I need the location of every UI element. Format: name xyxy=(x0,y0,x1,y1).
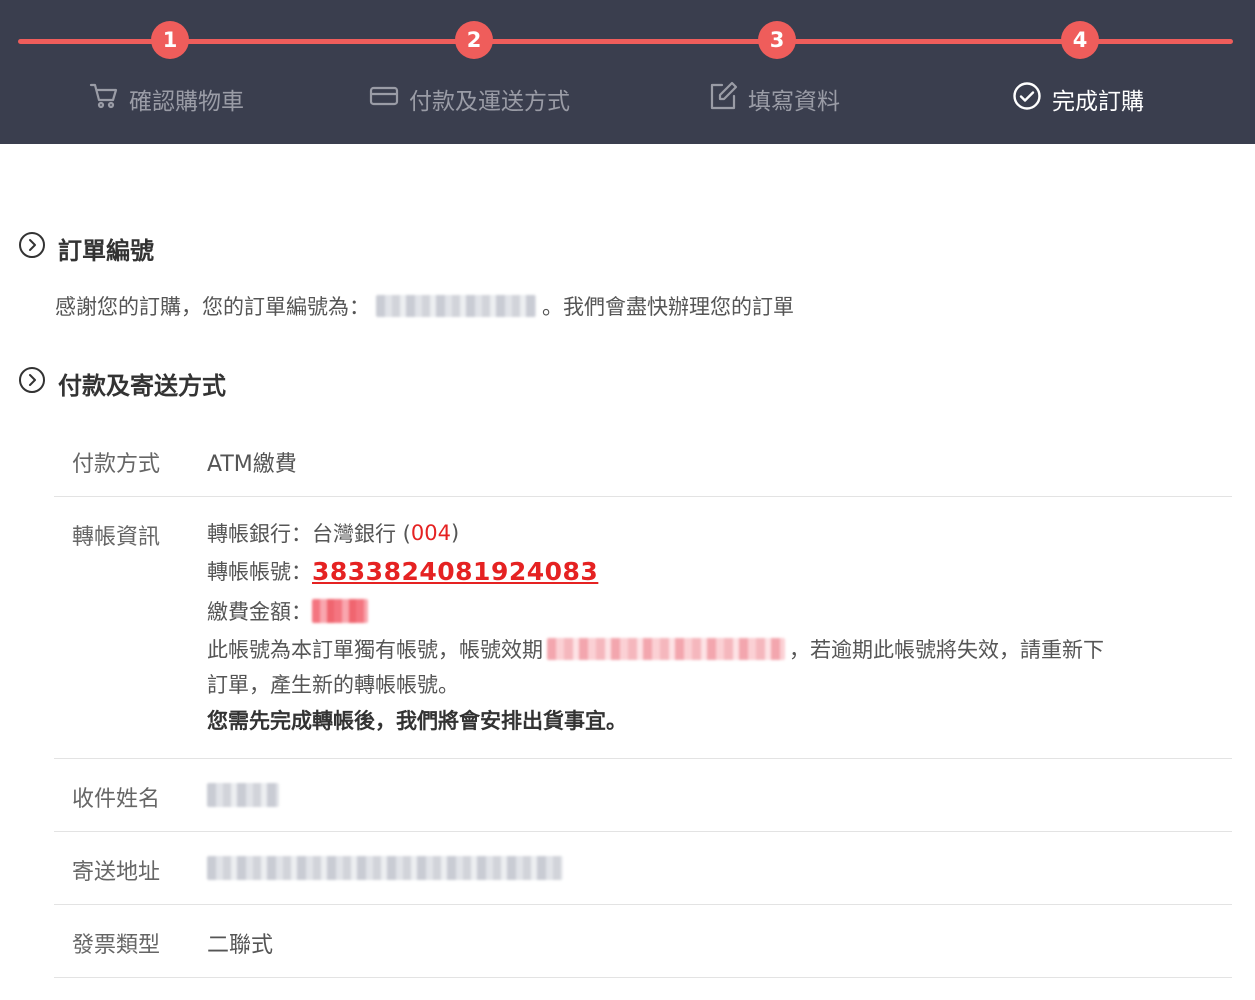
transfer-info-label: 轉帳資訊 xyxy=(72,525,161,550)
step-fill-info: 填寫資料 xyxy=(708,80,840,118)
step-3-number: 3 xyxy=(758,21,796,59)
expiry-date-redacted xyxy=(547,638,785,660)
address-label: 寄送地址 xyxy=(72,860,161,885)
invoice-type-value: 二聯式 xyxy=(207,933,274,958)
cart-icon xyxy=(89,82,129,116)
progress-track xyxy=(18,39,1233,44)
step-4-number: 4 xyxy=(1061,21,1099,59)
order-thanks-message: 感謝您的訂購，您的訂單編號為： 。我們會盡快辦理您的訂單 xyxy=(55,288,794,324)
bank-prefix: 轉帳銀行：台灣銀行 ( xyxy=(207,522,411,546)
card-icon xyxy=(369,84,409,114)
account-number: 3833824081924083 xyxy=(312,556,599,586)
thanks-suffix: 。我們會盡快辦理您的訂單 xyxy=(542,295,794,319)
payment-method-row: 付款方式 ATM繳費 xyxy=(54,424,1232,497)
step-1-number: 1 xyxy=(151,21,189,59)
address-row: 寄送地址 xyxy=(54,832,1232,905)
thanks-prefix: 感謝您的訂購，您的訂單編號為： xyxy=(55,295,370,319)
section-title: 付款及寄送方式 xyxy=(58,371,226,400)
recipient-name-redacted xyxy=(207,783,279,807)
note-line1-suffix: ，若逾期此帳號將失效，請重新下 xyxy=(789,638,1104,662)
shipping-notice-text: 您需先完成轉帳後，我們將會安排出貨事宜。 xyxy=(207,709,627,733)
step-payment-shipping: 付款及運送方式 xyxy=(369,80,570,118)
step-confirm-cart: 確認購物車 xyxy=(89,80,244,118)
bank-line: 轉帳銀行：台灣銀行 (004) xyxy=(207,517,459,549)
step-label-text: 確認購物車 xyxy=(129,89,244,115)
expiry-note-line1: 此帳號為本訂單獨有帳號，帳號效期 ，若逾期此帳號將失效，請重新下 xyxy=(207,633,1104,665)
step-label-text: 付款及運送方式 xyxy=(409,89,570,115)
payment-method-label: 付款方式 xyxy=(72,452,161,477)
order-number-redacted xyxy=(376,295,536,317)
invoice-type-row: 發票類型 二聯式 xyxy=(54,905,1232,978)
invoice-type-label: 發票類型 xyxy=(72,933,161,958)
order-number-heading: 訂單編號 xyxy=(18,230,154,266)
amount-label: 繳費金額： xyxy=(207,600,312,624)
step-complete: 完成訂購 xyxy=(1012,80,1144,118)
note-line1-prefix: 此帳號為本訂單獨有帳號，帳號效期 xyxy=(207,638,543,662)
check-circle-icon xyxy=(1012,81,1052,117)
bank-code: 004 xyxy=(410,521,451,545)
step-label-text: 填寫資料 xyxy=(748,89,840,115)
step-2-number: 2 xyxy=(455,21,493,59)
shipping-notice: 您需先完成轉帳後，我們將會安排出貨事宜。 xyxy=(207,704,627,736)
bank-suffix: ) xyxy=(450,521,460,545)
amount-line: 繳費金額： xyxy=(207,595,368,627)
address-redacted xyxy=(207,856,563,880)
step-label-text: 完成訂購 xyxy=(1052,89,1144,115)
chevron-right-circle-icon xyxy=(18,231,58,265)
transfer-info-row: 轉帳資訊 轉帳銀行：台灣銀行 (004) 轉帳帳號： 38338240819240… xyxy=(54,497,1232,759)
payment-shipping-heading: 付款及寄送方式 xyxy=(18,365,226,401)
checkout-stepper: 1 2 3 4 確認購物車 付款及運送方式 填寫資料 完成訂購 xyxy=(0,0,1255,144)
section-title: 訂單編號 xyxy=(58,236,154,265)
account-line: 轉帳帳號： 3833824081924083 xyxy=(207,554,598,588)
recipient-label: 收件姓名 xyxy=(72,787,161,812)
chevron-right-circle-icon xyxy=(18,366,58,400)
recipient-row: 收件姓名 xyxy=(54,759,1232,832)
account-label: 轉帳帳號： xyxy=(207,560,312,584)
note-line2-text: 訂單，產生新的轉帳帳號。 xyxy=(207,673,459,697)
amount-redacted xyxy=(312,599,368,623)
expiry-note-line2: 訂單，產生新的轉帳帳號。 xyxy=(207,668,459,700)
edit-icon xyxy=(708,81,748,117)
payment-method-value: ATM繳費 xyxy=(207,452,297,477)
